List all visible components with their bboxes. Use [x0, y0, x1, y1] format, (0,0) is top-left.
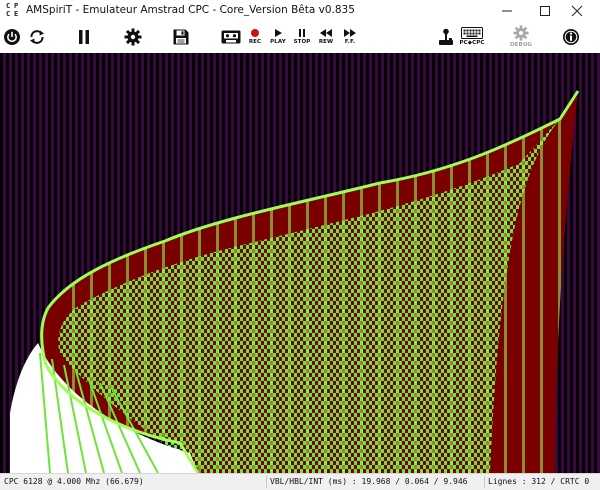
record-icon: [251, 29, 259, 37]
status-machine: CPC 6128 @ 4.000 Mhz (66.679): [4, 477, 144, 486]
play-icon: [275, 29, 282, 37]
title-bar: C P C E AMSpiriT - Emulateur Amstrad CPC…: [0, 0, 600, 22]
window-title: AMSpiriT - Emulateur Amstrad CPC - Core_…: [26, 4, 355, 16]
ff-label: F.F.: [344, 39, 356, 45]
rewind-button[interactable]: REW: [316, 22, 336, 52]
stop-label: STOP: [293, 39, 311, 45]
floppy-disk-icon: [173, 29, 189, 45]
status-separator: [484, 476, 485, 488]
fast-forward-icon: [344, 29, 356, 37]
status-timing: VBL/HBL/INT (ms) : 19.968 / 0.064 / 9.94…: [270, 477, 468, 486]
stop-pause-icon: [299, 29, 305, 37]
play-button[interactable]: PLAY: [268, 22, 288, 52]
app-icon-letter: P: [14, 2, 19, 10]
app-icon: C P C E: [6, 3, 21, 18]
tape-button[interactable]: [220, 22, 242, 52]
status-separator: [266, 476, 267, 488]
rew-label: REW: [318, 39, 334, 45]
gear-icon: [124, 28, 142, 46]
pause-button[interactable]: [74, 22, 94, 52]
cpc-display: [0, 53, 600, 473]
keyboard-button[interactable]: PC◆CPC: [458, 22, 486, 52]
reset-button[interactable]: [26, 22, 48, 52]
close-icon: [571, 5, 583, 17]
maximize-icon: [540, 6, 550, 16]
emulator-screen[interactable]: [0, 53, 600, 473]
disk-button[interactable]: [170, 22, 192, 52]
minimize-icon: [502, 10, 512, 12]
play-label: PLAY: [270, 39, 286, 45]
joystick-button[interactable]: [436, 22, 456, 52]
joystick-icon: [439, 28, 453, 45]
power-icon: [4, 29, 20, 45]
pause-icon: [79, 30, 89, 44]
status-bar: CPC 6128 @ 4.000 Mhz (66.679) VBL/HBL/IN…: [0, 473, 600, 490]
cassette-icon: [221, 30, 241, 44]
keyboard-icon: [461, 27, 483, 39]
debug-gear-icon: [513, 25, 529, 41]
reset-icon: [30, 30, 44, 44]
keyboard-label: PC◆CPC: [459, 40, 485, 46]
rec-label: REC: [248, 39, 262, 45]
debug-label: DEBUG: [510, 42, 532, 48]
info-icon: [563, 29, 579, 45]
debug-button[interactable]: DEBUG: [508, 22, 534, 52]
rec-button[interactable]: REC: [246, 22, 264, 52]
fast-forward-button[interactable]: F.F.: [340, 22, 360, 52]
info-button[interactable]: [560, 22, 582, 52]
toolbar: REC PLAY STOP REW F.F. PC◆CPC DEBUG: [0, 22, 600, 52]
power-button[interactable]: [2, 22, 22, 52]
app-icon-letter: E: [14, 10, 19, 18]
rewind-icon: [320, 29, 332, 37]
app-icon-letter: C: [6, 2, 11, 10]
status-lines: Lignes : 312 / CRTC 0: [488, 477, 590, 486]
stop-button[interactable]: STOP: [292, 22, 312, 52]
close-button[interactable]: [554, 0, 600, 22]
settings-button[interactable]: [122, 22, 144, 52]
app-icon-letter: C: [6, 10, 11, 18]
